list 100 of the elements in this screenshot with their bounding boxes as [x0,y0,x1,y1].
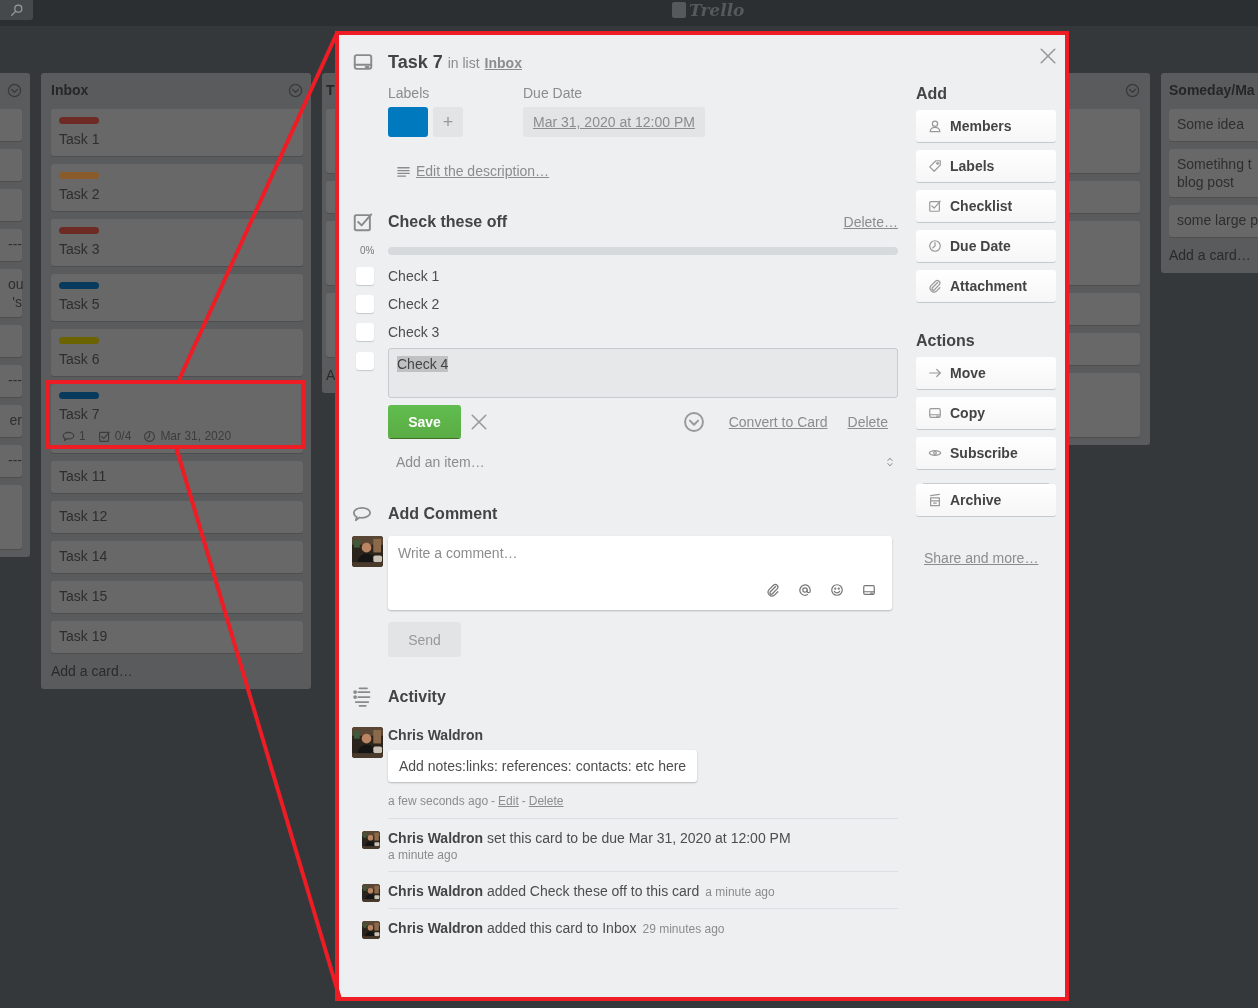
checklist-title: Check these off [388,213,508,231]
at-sign-icon [798,583,812,597]
tag-icon [928,159,942,173]
logo-icon [672,2,686,18]
card-title: Task 6 [59,350,101,368]
activity-time: a minute ago [705,885,775,899]
sidebar-button[interactable]: Move [916,357,1056,389]
list-link[interactable]: Inbox [484,54,522,71]
list-card[interactable]: Task 6 [51,329,303,376]
list-card[interactable]: ou 's [0,269,22,317]
share-link[interactable]: Share and more… [924,550,1056,566]
sidebar-button[interactable]: Due Date [916,230,1056,262]
card-title: Task 15 [59,587,109,605]
delete-item-link[interactable]: Delete [847,413,888,430]
actions-heading: Actions [916,332,976,350]
checkbox[interactable] [356,352,374,370]
save-button[interactable]: Save [388,405,461,438]
checkbox[interactable] [356,323,374,341]
delete-checklist-link[interactable]: Delete… [843,214,898,230]
chevron-down-icon [288,82,303,98]
search-button[interactable] [0,0,33,20]
list-card[interactable]: --- [0,229,22,261]
sidebar-button[interactable]: Members [916,110,1056,142]
scroll-arrows-icon [884,456,896,468]
checklist-item: Check 1 [388,268,441,284]
list-card[interactable]: some large p [1169,205,1258,237]
card-title: er [8,411,22,429]
separator: - [491,794,496,808]
edit-link[interactable]: Edit [498,794,519,808]
date-picker-button[interactable]: Mar 31, 2020 at 12:00 PM [523,107,705,137]
clock-icon [928,239,942,253]
card-title: Task 2 [59,185,101,203]
convert-to-card-link[interactable]: Convert to Card [728,413,828,430]
sidebar-button[interactable]: Copy [916,397,1056,429]
list-title: Someday/Ma [1169,82,1255,98]
paperclip-icon [766,583,780,597]
add-item-field[interactable]: Add an item… [388,454,884,470]
list-card[interactable]: Task 12 [51,501,303,533]
comment-field[interactable]: Write a comment… [388,536,892,610]
card-title: Task 14 [59,547,109,565]
list-card[interactable]: Task 15 [51,581,303,613]
activity-time: a minute ago [388,848,459,862]
sidebar-button[interactable]: Checklist [916,190,1056,222]
options-button[interactable] [682,410,705,433]
list-icon [352,687,372,707]
checkbox[interactable] [356,267,374,285]
close-button[interactable] [1039,47,1057,65]
list-card[interactable] [0,109,22,141]
list-card[interactable] [0,485,22,549]
person-icon [928,119,942,133]
list-card[interactable] [0,325,22,357]
checkbox-icon [928,199,942,213]
list-card[interactable]: Task 1 [51,109,303,156]
card-title: Task 3 [59,240,101,258]
card-title: Sometihng t [1177,155,1253,173]
list-card[interactable]: Sometihng t blog post [1169,149,1258,197]
list-card[interactable]: Task 2 [51,164,303,211]
card-title: blog post [1177,173,1235,191]
list-card[interactable]: --- [0,445,22,477]
activity-heading: Activity [388,688,447,706]
checklist-icon [352,211,374,233]
list-card[interactable]: Task 19 [51,621,303,653]
item-edit-field[interactable]: Check 4 [388,348,898,398]
speech-bubble-icon [352,504,372,524]
list-card[interactable]: Task 11 [51,461,303,493]
add-label-button[interactable]: + [433,107,463,137]
sidebar-button[interactable]: Labels [916,150,1056,182]
arrow-icon [928,366,942,380]
activity-text: Chris Waldron added this card to Inbox [388,920,637,936]
sidebar-button[interactable]: Attachment [916,270,1056,302]
checkbox[interactable] [356,295,374,313]
cancel-button[interactable] [470,412,488,431]
list-caption: in list [447,54,480,71]
list-card[interactable]: Task 5 [51,274,303,321]
clock-icon [143,429,157,443]
list-card[interactable]: Some idea [1169,109,1258,141]
card-title: --- [8,371,22,389]
label-chip[interactable] [388,107,428,137]
comment-bubble: Add notes:links: references: contacts: etc here [388,750,698,782]
edit-description-link[interactable]: Edit the description… [416,163,550,179]
card-title: Task 11 [59,467,108,485]
checklist-icon [97,429,111,443]
card-title: --- [8,235,22,253]
card-title: Some idea [1177,115,1245,133]
card-title: Task 5 [59,295,101,313]
paperclip-icon [928,279,942,293]
comment-time: a few seconds ago [388,794,489,808]
list-card[interactable]: Task 3 [51,219,303,266]
sidebar-button[interactable]: Archive [916,484,1056,516]
sidebar-button[interactable]: Subscribe [916,437,1056,469]
list-card[interactable]: --- [0,365,22,397]
card-icon [928,406,942,420]
list-card[interactable] [0,189,22,221]
list-card[interactable] [0,149,22,181]
list-title: Inbox [51,82,89,98]
list-card[interactable]: er [0,405,22,437]
card-title: Task 1 [59,130,101,148]
delete-link[interactable]: Delete [528,794,564,808]
activity-text: Chris Waldron set this card to be due Mar 31, 2020 at 12:00 PM [388,830,791,846]
list-card[interactable]: Task 14 [51,541,303,573]
